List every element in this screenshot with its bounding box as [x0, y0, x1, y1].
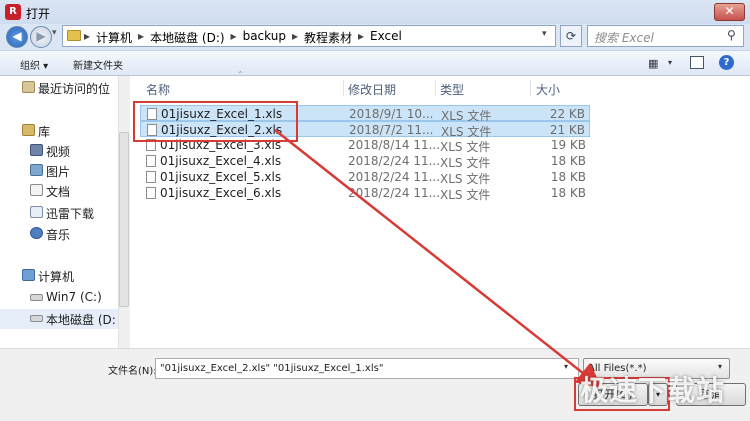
watermark-text: 极速下载站 [580, 374, 726, 407]
annotation-arrow [274, 129, 602, 389]
